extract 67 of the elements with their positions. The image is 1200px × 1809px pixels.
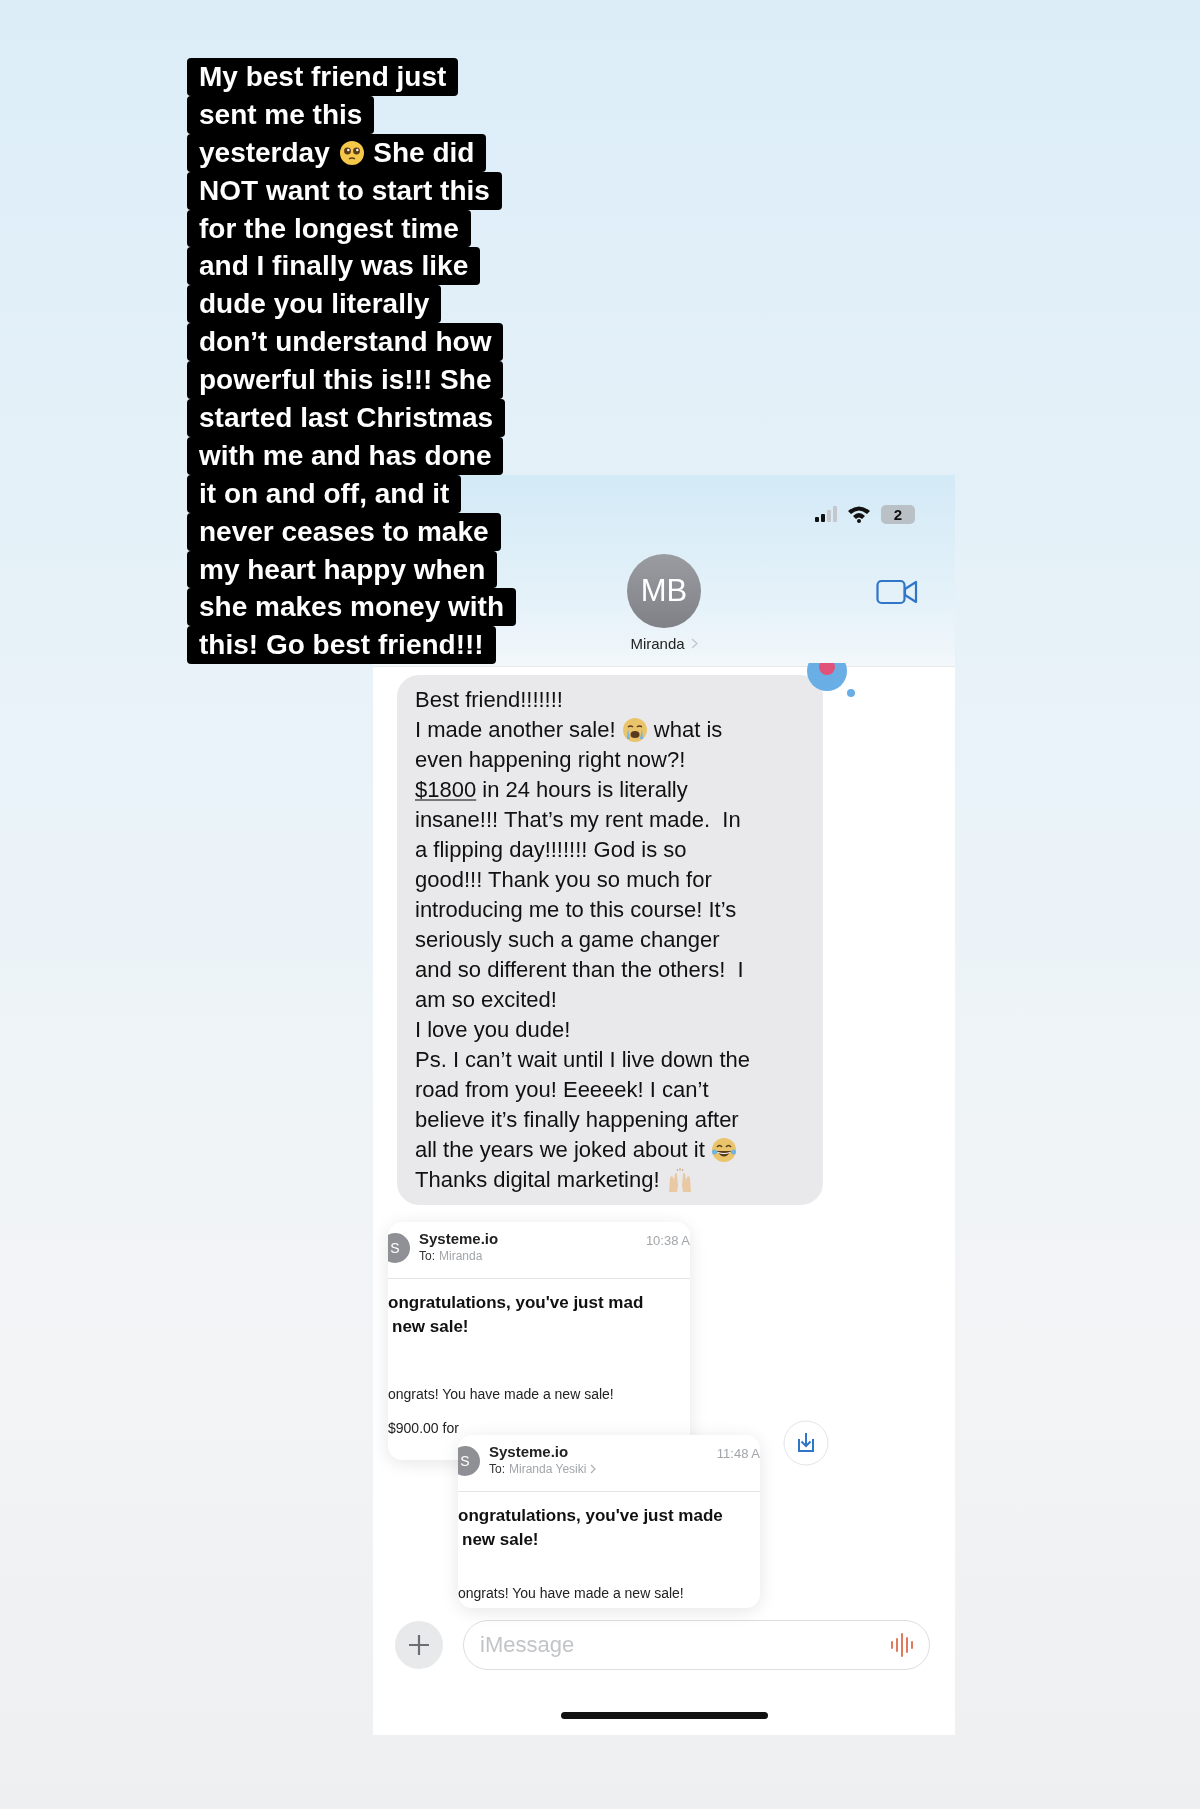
- caption-text: with me and has done: [187, 436, 504, 475]
- email-subject: new sale!: [461, 1529, 540, 1551]
- caption-text: never ceases to make: [187, 512, 501, 551]
- caption-text: started last Christmas: [187, 399, 506, 437]
- add-button[interactable]: [395, 1621, 443, 1669]
- caption-text: My best friend just: [187, 58, 459, 96]
- message-text: I made another sale!: [415, 716, 617, 744]
- email-body-text: ongrats! You have made a new sale!: [388, 1385, 615, 1404]
- plus-icon: [408, 1634, 430, 1656]
- message-text: Thanks digital marketing!: [415, 1166, 661, 1194]
- battery-indicator: 2: [881, 504, 915, 524]
- emoji-icon: [710, 1137, 737, 1163]
- caption-text: NOT want to start this: [187, 171, 502, 210]
- caption-text: and I finally was like: [187, 247, 481, 286]
- message-text: introducing me to this course! It’s: [415, 896, 738, 924]
- to-label: To:: [489, 1462, 505, 1476]
- caption-text: powerful this is!!! She: [187, 361, 504, 399]
- caption-text: for the longest time: [187, 209, 471, 248]
- message-text: a flipping day!!!!!!! God is so: [415, 836, 688, 864]
- message-text: even happening right now?!: [415, 746, 687, 774]
- message-text: am so excited!: [415, 986, 558, 1014]
- message-text: $1800: [415, 776, 477, 804]
- video-camera-icon[interactable]: [876, 578, 918, 606]
- caption-text: She did: [372, 135, 475, 170]
- message-text: I love you dude!: [415, 1016, 572, 1044]
- recipient-name: Miranda Yesiki: [509, 1462, 587, 1476]
- caption-text: she makes money with: [187, 588, 516, 627]
- message-text: road from you! Eeeeek! I can’t: [415, 1076, 710, 1104]
- to-label: To:: [419, 1249, 435, 1263]
- email-time: 10:38 A: [645, 1233, 690, 1248]
- caption-text: this! Go best friend!!!: [187, 626, 496, 665]
- sender-name: Systeme.io: [489, 1443, 570, 1460]
- message-text: all the years we joked about it: [415, 1136, 706, 1164]
- message-text: in 24 hours is literally: [481, 776, 688, 804]
- message-text: what is: [652, 716, 723, 744]
- message-text: Best friend!!!!!!!: [415, 686, 564, 714]
- email-subject: ongratulations, you've just mad: [388, 1292, 645, 1314]
- email-body-text: $900.00 for: [388, 1419, 460, 1438]
- recipient-name: Miranda: [439, 1249, 483, 1263]
- caption-text: it on and off, and it: [187, 474, 462, 513]
- email-time: 11:48 A: [716, 1446, 760, 1461]
- wifi-icon: [847, 505, 871, 523]
- message-text: good!!! Thank you so much for: [415, 866, 713, 894]
- email-subject: new sale!: [391, 1316, 470, 1338]
- audio-wave-icon: [890, 1632, 916, 1658]
- email-body-text: ongrats! You have made a new sale!: [458, 1584, 685, 1603]
- caption-text: yesterday: [199, 135, 331, 170]
- sender-avatar: S: [388, 1233, 410, 1263]
- emoji-icon: [338, 139, 365, 166]
- message-text: Ps. I can’t wait until I live down the: [415, 1046, 752, 1074]
- contact-name[interactable]: Miranda: [630, 635, 685, 652]
- caption-text: my heart happy when: [187, 550, 498, 589]
- caption-text: dude you literally: [187, 285, 442, 324]
- signal-icon: [815, 506, 837, 522]
- caption-text: sent me this: [187, 95, 375, 134]
- caption-text: don’t understand how: [187, 323, 504, 362]
- message-text: insane!!! That’s my rent made. In: [415, 806, 742, 834]
- email-subject: ongratulations, you've just made: [458, 1505, 724, 1527]
- message-text: believe it’s finally happening after: [415, 1106, 740, 1134]
- message-text: seriously such a game changer: [415, 926, 721, 954]
- emoji-icon: [621, 717, 648, 743]
- message-text: and so different than the others! I: [415, 956, 745, 984]
- chevron-icon: [690, 638, 698, 649]
- sender-name: Systeme.io: [419, 1230, 500, 1247]
- sender-avatar: S: [458, 1446, 480, 1476]
- download-icon[interactable]: [783, 1420, 829, 1466]
- message-field[interactable]: iMessage: [463, 1620, 930, 1670]
